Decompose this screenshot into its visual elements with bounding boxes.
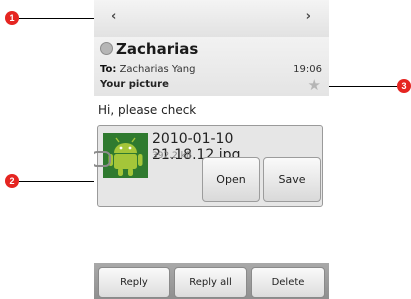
reply-button[interactable]: Reply xyxy=(98,267,170,298)
save-attachment-button[interactable]: Save xyxy=(263,157,321,202)
callout-3-line xyxy=(322,86,397,87)
recipient-line: To: Zacharias Yang xyxy=(100,64,195,75)
action-bar: Reply Reply all Delete xyxy=(94,263,329,299)
delete-button[interactable]: Delete xyxy=(251,267,325,298)
to-label: To: xyxy=(100,64,117,75)
paperclip-icon xyxy=(94,151,111,167)
message-time: 19:06 xyxy=(293,64,322,75)
reply-all-button[interactable]: Reply all xyxy=(174,267,247,298)
message-header: Zacharias To: Zacharias Yang 19:06 Your … xyxy=(94,37,329,96)
attachment-size: 392.2 kB xyxy=(152,151,193,161)
message-subject: Your picture xyxy=(100,79,169,90)
message-body: Hi, please check xyxy=(98,103,197,117)
attachment-panel: 2010-01-10 21.18.12.jpg 392.2 kB Open Sa… xyxy=(94,125,323,207)
callout-2: 2 xyxy=(5,174,19,188)
callout-3: 3 xyxy=(397,79,411,93)
open-attachment-button[interactable]: Open xyxy=(202,157,260,202)
recipient-name: Zacharias Yang xyxy=(119,64,196,75)
email-screen: ‹ › Zacharias To: Zacharias Yang 19:06 Y… xyxy=(94,0,329,299)
next-message-icon[interactable]: › xyxy=(306,9,311,24)
sender-name[interactable]: Zacharias xyxy=(116,40,198,58)
previous-message-icon[interactable]: ‹ xyxy=(111,9,116,24)
message-navigation-bar: ‹ › xyxy=(94,0,329,38)
star-icon[interactable]: ★ xyxy=(308,76,321,94)
callout-1: 1 xyxy=(5,11,19,25)
presence-status-icon xyxy=(100,42,113,55)
